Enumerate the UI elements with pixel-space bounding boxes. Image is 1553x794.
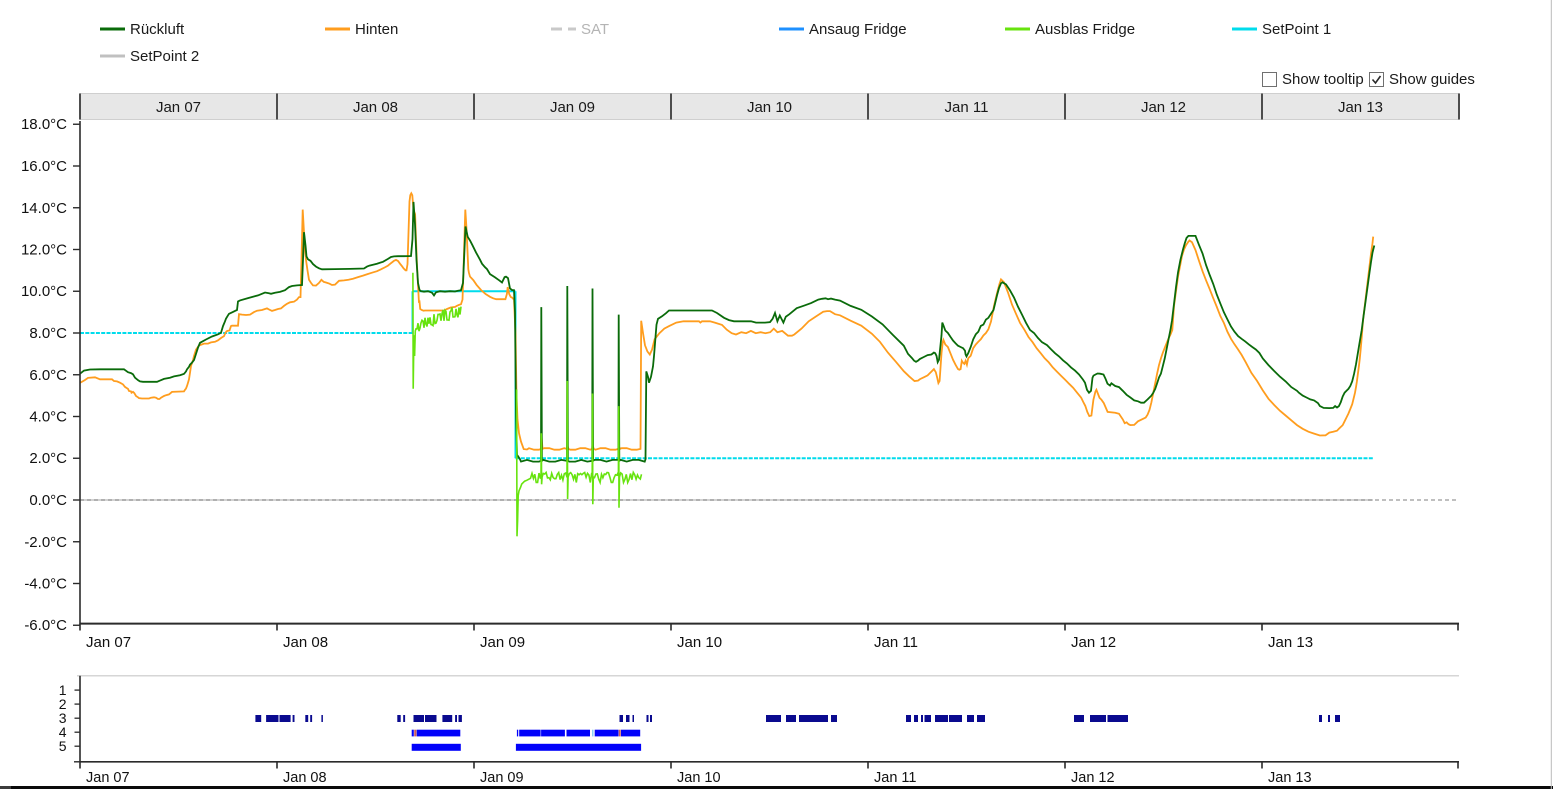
svg-text:Show guides: Show guides bbox=[1389, 71, 1475, 88]
svg-text:-4.0°C: -4.0°C bbox=[24, 576, 67, 593]
svg-text:12.0°C: 12.0°C bbox=[21, 242, 67, 259]
svg-text:6.0°C: 6.0°C bbox=[29, 367, 67, 384]
svg-text:SetPoint 1: SetPoint 1 bbox=[1262, 21, 1331, 38]
svg-text:Jan 08: Jan 08 bbox=[353, 99, 398, 116]
svg-text:Jan 10: Jan 10 bbox=[677, 634, 722, 651]
svg-text:Show tooltip: Show tooltip bbox=[1282, 71, 1364, 88]
svg-text:8.0°C: 8.0°C bbox=[29, 325, 67, 342]
svg-text:18.0°C: 18.0°C bbox=[21, 116, 67, 133]
svg-text:Jan 09: Jan 09 bbox=[550, 99, 595, 116]
svg-text:10.0°C: 10.0°C bbox=[21, 283, 67, 300]
svg-text:Jan 10: Jan 10 bbox=[677, 770, 721, 786]
svg-text:4.0°C: 4.0°C bbox=[29, 409, 67, 426]
svg-text:SetPoint 2: SetPoint 2 bbox=[130, 48, 199, 65]
svg-text:0.0°C: 0.0°C bbox=[29, 492, 67, 509]
svg-text:Jan 12: Jan 12 bbox=[1071, 770, 1115, 786]
svg-text:Jan 13: Jan 13 bbox=[1268, 770, 1312, 786]
svg-text:Jan 13: Jan 13 bbox=[1268, 634, 1313, 651]
svg-text:16.0°C: 16.0°C bbox=[21, 158, 67, 175]
svg-text:-6.0°C: -6.0°C bbox=[24, 617, 67, 634]
svg-text:Ansaug Fridge: Ansaug Fridge bbox=[809, 21, 907, 38]
svg-text:Rückluft: Rückluft bbox=[130, 21, 185, 38]
svg-text:Jan 07: Jan 07 bbox=[156, 99, 201, 116]
svg-text:Jan 11: Jan 11 bbox=[945, 99, 989, 116]
svg-text:SAT: SAT bbox=[581, 21, 609, 38]
svg-text:Jan 07: Jan 07 bbox=[86, 634, 131, 651]
svg-text:Jan 10: Jan 10 bbox=[747, 99, 792, 116]
svg-text:Jan 08: Jan 08 bbox=[283, 770, 327, 786]
svg-text:Jan 13: Jan 13 bbox=[1338, 99, 1383, 116]
svg-text:Jan 08: Jan 08 bbox=[283, 634, 328, 651]
svg-text:Jan 11: Jan 11 bbox=[874, 770, 916, 786]
svg-text:5: 5 bbox=[59, 738, 67, 754]
svg-text:14.0°C: 14.0°C bbox=[21, 200, 67, 217]
svg-text:2.0°C: 2.0°C bbox=[29, 450, 67, 467]
svg-text:Jan 12: Jan 12 bbox=[1071, 634, 1116, 651]
svg-text:Jan 09: Jan 09 bbox=[480, 770, 524, 786]
svg-text:Hinten: Hinten bbox=[355, 21, 398, 38]
svg-text:Jan 12: Jan 12 bbox=[1141, 99, 1186, 116]
svg-text:-2.0°C: -2.0°C bbox=[24, 534, 67, 551]
svg-text:Jan 09: Jan 09 bbox=[480, 634, 525, 651]
svg-text:Jan 11: Jan 11 bbox=[874, 634, 918, 651]
svg-text:Ausblas Fridge: Ausblas Fridge bbox=[1035, 21, 1135, 38]
svg-text:Jan 07: Jan 07 bbox=[86, 770, 130, 786]
